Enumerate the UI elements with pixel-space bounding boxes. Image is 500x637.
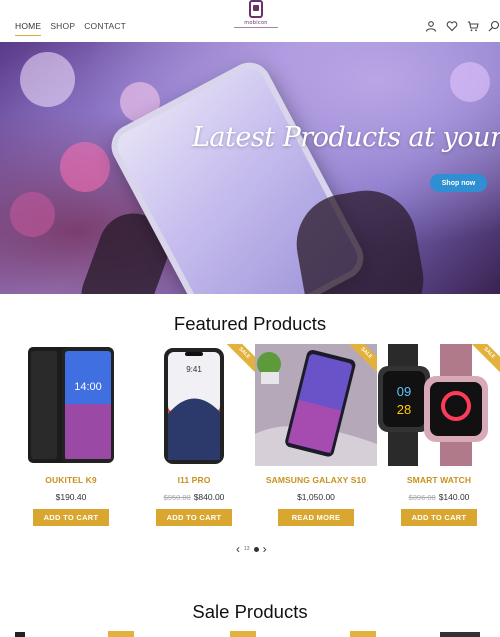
cart-icon[interactable]: [467, 20, 479, 32]
product-name[interactable]: OUKITEL K9: [10, 475, 132, 485]
bokeh-light: [60, 142, 110, 192]
product-image[interactable]: 09 28 SALE: [378, 344, 500, 466]
shop-now-button[interactable]: Shop now: [430, 174, 487, 192]
product-card: 9:41 SALE I11 PRO $950.00 $840.00 ADD TO …: [133, 344, 255, 526]
pager-number[interactable]: 13: [244, 546, 250, 552]
featured-title: Featured Products: [173, 313, 327, 334]
pager-dot[interactable]: [253, 546, 259, 552]
product-card: 14:00 OUKITEL K9 $190.40 ADD TO CART: [10, 344, 132, 526]
site-header: HOME SHOP CONTACT mobicon: [0, 0, 500, 42]
hero-banner: Latest Products at your Doorstep Shop no…: [0, 42, 500, 294]
product-current-price: $140.00: [438, 492, 470, 502]
main-nav: HOME SHOP CONTACT: [15, 21, 126, 36]
product-image[interactable]: SALE: [255, 344, 377, 466]
sale-products-preview: [15, 631, 480, 637]
product-card: SALE SAMSUNG GALAXY S10 $1,050.00 READ M…: [255, 344, 377, 526]
header-icons: [425, 20, 500, 32]
product-name[interactable]: I11 PRO: [133, 475, 255, 485]
add-to-cart-button[interactable]: ADD TO CART: [401, 509, 477, 526]
bokeh-light: [20, 52, 75, 107]
svg-text:14:00: 14:00: [74, 381, 102, 393]
svg-text:09: 09: [397, 384, 411, 399]
bokeh-light: [450, 62, 490, 102]
add-to-cart-button[interactable]: ADD TO CART: [33, 509, 109, 526]
svg-text:28: 28: [397, 402, 411, 417]
product-price: $1,050.00: [255, 492, 377, 502]
chevron-left-icon[interactable]: ‹: [236, 543, 240, 555]
product-price: $190.40: [10, 492, 132, 502]
nav-shop[interactable]: SHOP: [50, 21, 75, 36]
product-current-price: $840.00: [193, 492, 225, 502]
carousel-pager: ‹ 13 ›: [236, 543, 267, 555]
product-price: $396.00 $140.00: [378, 492, 500, 502]
heart-icon[interactable]: [446, 20, 458, 32]
nav-contact[interactable]: CONTACT: [84, 21, 126, 36]
product-card: 09 28 SALE SMART WATCH $396.00 $140.00 AD…: [378, 344, 500, 526]
bokeh-light: [10, 192, 55, 237]
product-image[interactable]: 9:41 SALE: [133, 344, 255, 466]
product-image[interactable]: 14:00: [10, 344, 132, 466]
product-current-price: $1,050.00: [297, 492, 335, 502]
svg-text:9:41: 9:41: [186, 365, 202, 374]
featured-products-carousel: 14:00 OUKITEL K9 $190.40 ADD TO CART 9:4…: [0, 344, 500, 534]
product-price: $950.00 $840.00: [133, 492, 255, 502]
product-name[interactable]: SAMSUNG GALAXY S10: [255, 475, 377, 485]
hero-title: Latest Products at your Doorstep: [192, 122, 500, 153]
chevron-right-icon[interactable]: ›: [263, 543, 267, 555]
product-old-price: $950.00: [163, 493, 191, 502]
logo-text: mobicon: [244, 20, 268, 26]
add-to-cart-button[interactable]: ADD TO CART: [156, 509, 232, 526]
product-name[interactable]: SMART WATCH: [378, 475, 500, 485]
read-more-button[interactable]: READ MORE: [278, 509, 354, 526]
logo-mark: [249, 0, 263, 18]
user-icon[interactable]: [425, 20, 437, 32]
product-current-price: $190.40: [55, 492, 87, 502]
product-old-price: $396.00: [408, 493, 436, 502]
site-logo[interactable]: mobicon: [232, 0, 280, 30]
search-icon[interactable]: [488, 20, 500, 32]
nav-home[interactable]: HOME: [15, 21, 42, 36]
logo-underline: [234, 27, 278, 28]
sale-products-title: Sale Products: [192, 601, 308, 622]
